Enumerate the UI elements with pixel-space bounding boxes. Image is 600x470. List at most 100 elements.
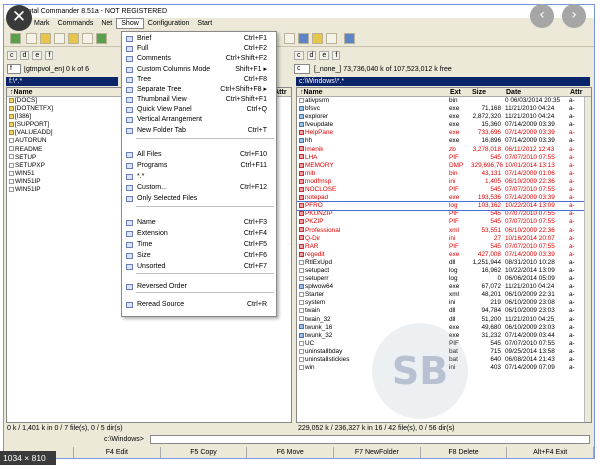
f7-newfolder-button[interactable]: F7 NewFolder: [334, 447, 421, 458]
drive-button-f-right[interactable]: f: [332, 50, 341, 60]
right-file-row[interactable]: splwow64 exe 67,072 11/21/2010 04:24 a-: [297, 283, 591, 291]
right-file-row[interactable]: Professional xml 53,551 06/10/2009 22:36 a-: [297, 227, 591, 235]
right-panel-scrollbar[interactable]: [584, 97, 591, 422]
show-menu-item-size[interactable]: Size Ctrl+F6: [122, 251, 276, 261]
right-drive-combo[interactable]: c: [294, 64, 310, 74]
right-file-row[interactable]: regedit exe 427,008 07/14/2009 03:39 a-: [297, 251, 591, 259]
invert-selection-icon[interactable]: [82, 33, 93, 44]
right-file-row[interactable]: fveupdate exe 15,360 07/14/2009 03:39 a-: [297, 121, 591, 129]
menu-start[interactable]: Start: [193, 18, 216, 29]
drive-button-d-right[interactable]: d: [306, 50, 317, 60]
right-file-row[interactable]: PKUNZIP PIF 545 07/07/2010 07:55 a-: [297, 210, 591, 218]
unpack-icon[interactable]: [298, 33, 309, 44]
altf4-exit-button[interactable]: Alt+F4 Exit: [507, 447, 594, 458]
right-header-size[interactable]: Size: [469, 88, 503, 96]
drive-button-e[interactable]: e: [32, 50, 43, 60]
f8-delete-button[interactable]: F8 Delete: [421, 447, 508, 458]
show-menu-item-separate-tree[interactable]: Separate Tree Ctrl+Shift+F8 ▸: [122, 85, 276, 95]
left-current-path[interactable]: f:\*.*: [6, 77, 118, 86]
drive-button-f[interactable]: f: [45, 50, 54, 60]
find-icon[interactable]: [312, 33, 323, 44]
menu-show[interactable]: Show: [116, 18, 144, 29]
show-menu-item-custom[interactable]: Custom... Ctrl+F12: [122, 183, 276, 193]
right-file-row[interactable]: setuperr log 0 06/06/2014 05:09 a-: [297, 275, 591, 283]
right-file-row[interactable]: bfsvc exe 71,168 11/21/2010 04:24 a-: [297, 105, 591, 113]
menu-configuration[interactable]: Configuration: [144, 18, 194, 29]
show-menu-item-all-files[interactable]: All Files Ctrl+F10: [122, 150, 276, 160]
right-file-row[interactable]: ativpsrm bin 0 06/03/2014 20:35 a-: [297, 97, 591, 105]
right-file-row[interactable]: PKZIP PIF 545 07/07/2010 07:55 a-: [297, 218, 591, 226]
right-file-row[interactable]: explorer exe 2,872,320 11/21/2010 04:24 a-: [297, 113, 591, 121]
left-drive-combo[interactable]: f: [7, 64, 21, 74]
back-icon[interactable]: [96, 33, 107, 44]
drive-button-e-right[interactable]: e: [319, 50, 330, 60]
drive-button-d[interactable]: d: [19, 50, 30, 60]
command-line: c:\Windows>: [4, 434, 594, 445]
show-menu-item-reversed-order[interactable]: Reversed Order: [122, 282, 276, 292]
right-file-row[interactable]: PFRO log 103,162 10/22/2014 13:09 a-: [297, 201, 591, 212]
file-icon: [299, 251, 304, 257]
show-menu-item-vertical-arrangement[interactable]: Vertical Arrangement: [122, 115, 276, 125]
f6-move-button[interactable]: F6 Move: [247, 447, 335, 458]
show-menu-item-full[interactable]: Full Ctrl+F2: [122, 44, 276, 54]
right-header-attr[interactable]: Attr: [567, 88, 585, 96]
brief-view-icon[interactable]: [26, 33, 37, 44]
show-menu-item-new-folder-tab[interactable]: New Folder Tab Ctrl+T: [122, 126, 276, 136]
right-file-row[interactable]: Starter xml 48,201 06/10/2009 22:31 a-: [297, 291, 591, 299]
right-file-row[interactable]: LHA PIF 545 07/07/2010 07:55 a-: [297, 154, 591, 162]
right-file-row[interactable]: notepad exe 193,536 07/14/2009 03:39 a-: [297, 194, 591, 202]
right-file-row[interactable]: hh exe 16,896 07/14/2009 03:39 a-: [297, 137, 591, 145]
show-menu-item-time[interactable]: Time Ctrl+F5: [122, 240, 276, 250]
show-menu-item-extension[interactable]: Extension Ctrl+F4: [122, 229, 276, 239]
right-file-row[interactable]: modfmsp ini 1,405 06/10/2009 22:36 a-: [297, 178, 591, 186]
right-header-date[interactable]: Date: [503, 88, 567, 96]
right-file-row[interactable]: RAR PIF 545 07/07/2010 07:55 a-: [297, 243, 591, 251]
ftp-icon[interactable]: [344, 33, 355, 44]
show-menu-item-brief[interactable]: Brief Ctrl+F1: [122, 34, 276, 44]
full-view-icon[interactable]: [40, 33, 51, 44]
menu-commands[interactable]: Commands: [54, 18, 98, 29]
rename-icon[interactable]: [326, 33, 337, 44]
command-line-input[interactable]: [150, 435, 590, 444]
show-menu-item-name[interactable]: Name Ctrl+F3: [122, 218, 276, 228]
right-header-ext[interactable]: Ext: [447, 88, 469, 96]
f5-copy-button[interactable]: F5 Copy: [161, 447, 248, 458]
tree-icon[interactable]: [68, 33, 79, 44]
menu-net[interactable]: Net: [97, 18, 116, 29]
right-file-row[interactable]: RtlExUpd dll 1,251,944 08/31/2010 10:28 a-: [297, 259, 591, 267]
right-file-row[interactable]: lmenik zb 3,278,018 06/11/2012 12:43 a-: [297, 146, 591, 154]
show-menu-item-programs[interactable]: Programs Ctrl+F11: [122, 161, 276, 171]
right-file-row[interactable]: NOCLOSE PIF 545 07/07/2010 07:55 a-: [297, 186, 591, 194]
left-drive-bar: c d e f: [7, 49, 54, 61]
show-menu-item-only-selected[interactable]: Only Selected Files: [122, 194, 276, 204]
right-file-row[interactable]: twain dll 94,784 06/10/2009 23:03 a-: [297, 307, 591, 315]
show-menu-item-reread-source[interactable]: Reread Source Ctrl+R: [122, 300, 276, 310]
right-file-row[interactable]: mib bin 43,131 07/14/2009 01:06 a-: [297, 170, 591, 178]
show-menu-item-comments[interactable]: Comments Ctrl+Shift+F2: [122, 54, 276, 64]
reread-icon[interactable]: [10, 33, 21, 44]
show-menu-item-quick-view-panel[interactable]: Quick View Panel Ctrl+Q: [122, 105, 276, 115]
menu-mark[interactable]: Mark: [30, 18, 54, 29]
drive-button-c[interactable]: c: [7, 50, 17, 60]
drive-button-c-right[interactable]: c: [294, 50, 304, 60]
show-menu-item-custom-columns[interactable]: Custom Columns Mode Shift+F1 ▸: [122, 65, 276, 75]
show-menu-item-thumbnail-view[interactable]: Thumbnail View Ctrl+Shift+F1: [122, 95, 276, 105]
thumbnail-icon[interactable]: [54, 33, 65, 44]
right-file-row[interactable]: HelpPane exe 733,696 07/14/2009 03:39 a-: [297, 129, 591, 137]
right-file-row[interactable]: MEMORY DMP 329,696,766 10/01/2014 13:13 a-: [297, 162, 591, 170]
next-icon[interactable]: ›: [562, 4, 586, 28]
right-file-row[interactable]: Q-Dir ini 27 10/16/2014 20:07 a-: [297, 235, 591, 243]
right-file-date: 06/08/2014 21:43: [505, 356, 555, 363]
right-file-row[interactable]: setupact log 16,962 10/22/2014 13:09 a-: [297, 267, 591, 275]
right-header-name[interactable]: ↑Name: [297, 88, 447, 96]
right-file-row[interactable]: system ini 219 06/10/2009 23:08 a-: [297, 299, 591, 307]
previous-icon[interactable]: ‹: [530, 4, 554, 28]
pack-icon[interactable]: [284, 33, 295, 44]
f4-edit-button[interactable]: F4 Edit: [74, 447, 161, 458]
right-current-path[interactable]: c:\Windows\*.*: [296, 77, 590, 86]
show-menu-item-star-star[interactable]: *.*: [122, 172, 276, 182]
show-menu-item-tree[interactable]: Tree Ctrl+F8: [122, 75, 276, 85]
right-file-row[interactable]: twain_32 dll 51,200 11/21/2010 04:25 a-: [297, 316, 591, 324]
close-icon[interactable]: ✕: [6, 5, 32, 31]
show-menu-item-unsorted[interactable]: Unsorted Ctrl+F7: [122, 262, 276, 272]
